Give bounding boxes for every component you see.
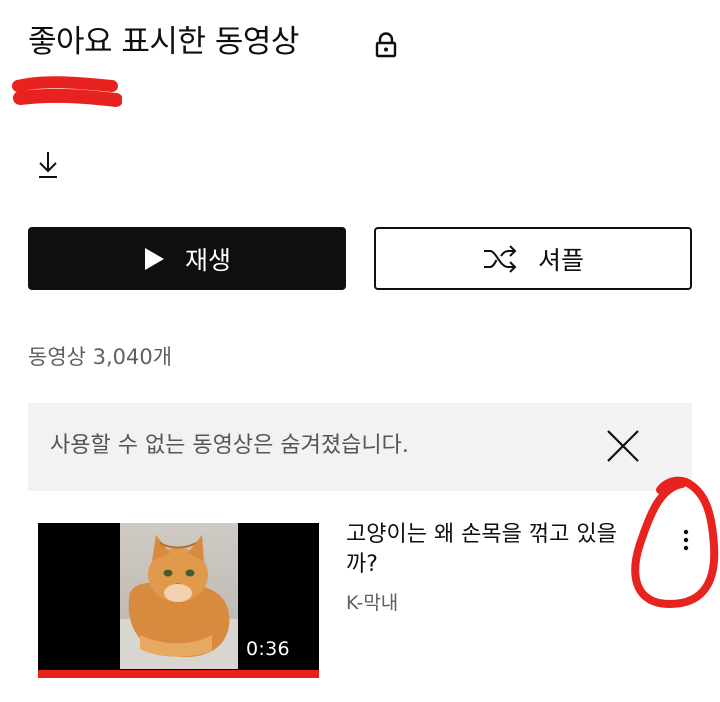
annotation-circle xyxy=(631,476,719,609)
shuffle-icon xyxy=(483,244,517,273)
close-icon[interactable] xyxy=(606,429,640,463)
play-icon xyxy=(144,247,164,270)
hidden-videos-notice: 사용할 수 없는 동영상은 숨겨졌습니다. xyxy=(28,403,692,491)
download-icon[interactable] xyxy=(36,150,60,180)
watched-progress-bar xyxy=(38,670,319,678)
lock-icon xyxy=(375,32,397,58)
notice-text: 사용할 수 없는 동영상은 숨겨졌습니다. xyxy=(50,433,409,458)
play-all-button[interactable]: 재생 xyxy=(28,227,346,290)
cat-thumbnail-image xyxy=(120,523,238,669)
shuffle-button[interactable]: 셔플 xyxy=(374,227,692,290)
video-title[interactable]: 고양이는 왜 손목을 꺾고 있을까? xyxy=(346,520,626,580)
video-duration: 0:36 xyxy=(246,638,290,660)
shuffle-label: 셔플 xyxy=(537,245,584,275)
page-title: 좋아요 표시한 동영상 xyxy=(28,24,299,60)
video-channel[interactable]: K-막내 xyxy=(346,588,398,618)
video-count: 동영상 3,040개 xyxy=(28,345,173,369)
play-all-label: 재생 xyxy=(184,245,231,275)
redaction-mark xyxy=(12,76,122,107)
